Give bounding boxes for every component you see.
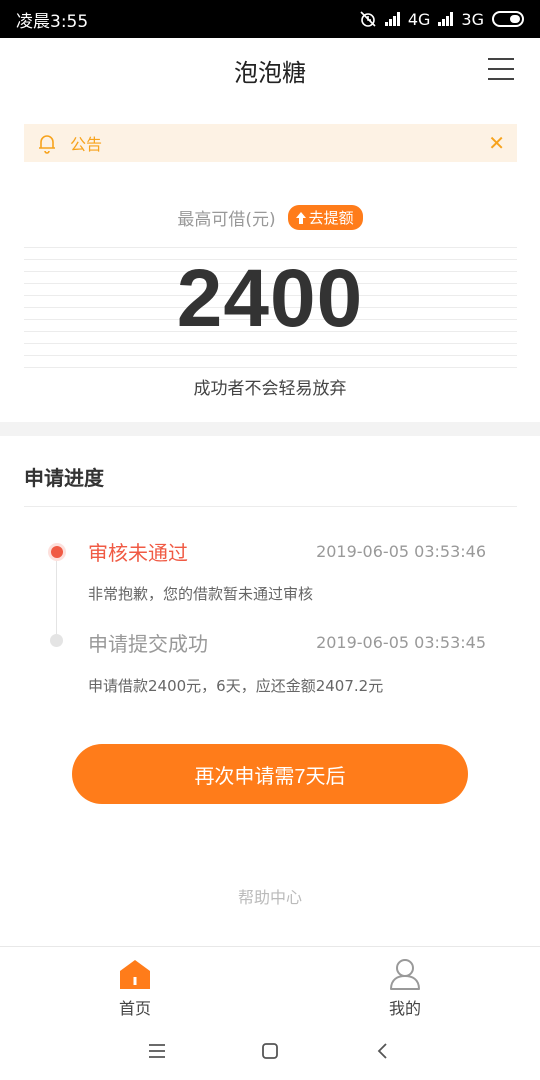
battery-icon	[492, 11, 524, 27]
help-center-link[interactable]: 帮助中心	[0, 884, 540, 908]
alarm-off-icon	[360, 11, 376, 27]
timeline-dot	[50, 634, 63, 647]
menu-icon[interactable]	[488, 58, 514, 80]
status-time: 凌晨3:55	[16, 11, 89, 32]
recents-icon[interactable]	[145, 1039, 169, 1063]
step-desc-rejected: 非常抱歉，您的借款暂未通过审核	[88, 585, 314, 603]
tab-profile-label: 我的	[388, 999, 421, 1018]
network-label-1: 4G	[407, 9, 431, 29]
timeline-dot-active	[48, 543, 66, 561]
network-label-2: 3G	[461, 9, 484, 29]
tab-profile[interactable]: 我的	[270, 947, 540, 1022]
limit-label: 最高可借(元)	[177, 210, 276, 230]
home-button-icon[interactable]	[258, 1039, 282, 1063]
signal-icon	[384, 12, 400, 26]
progress-title: 申请进度	[24, 466, 104, 490]
slogan: 成功者不会轻易放弃	[193, 379, 347, 399]
reapply-button[interactable]: 再次申请需7天后	[72, 744, 468, 804]
timeline-line	[56, 554, 57, 638]
raise-limit-button[interactable]: 去提额	[287, 205, 363, 230]
status-icons: 4G 3G	[359, 10, 524, 29]
profile-icon	[390, 959, 420, 990]
signal-icon-2	[438, 12, 454, 26]
back-icon[interactable]	[371, 1039, 395, 1063]
tab-bar: 首页 我的	[0, 946, 540, 1022]
status-bar: 凌晨3:55 4G 3G	[0, 0, 540, 38]
tab-home-label: 首页	[118, 999, 151, 1018]
close-icon[interactable]: ✕	[488, 131, 505, 155]
notice-label: 公告	[70, 135, 103, 154]
system-nav-bar	[0, 1022, 540, 1080]
page-title: 泡泡糖	[234, 58, 306, 87]
step-time-rejected: 2019-06-05 03:53:46	[316, 542, 486, 561]
application-progress: 申请进度 审核未通过 2019-06-05 03:53:46 非常抱歉，您的借款…	[0, 436, 540, 946]
credit-amount: 2400	[176, 253, 364, 344]
divider	[24, 506, 517, 507]
arrow-up-icon	[295, 211, 306, 224]
step-time-submitted: 2019-06-05 03:53:45	[316, 633, 486, 652]
limit-row: 最高可借(元) 去提额	[0, 205, 540, 230]
bell-icon	[39, 135, 55, 154]
app-bar: 泡泡糖	[0, 38, 540, 102]
step-desc-submitted: 申请借款2400元，6天，应还金额2407.2元	[88, 677, 384, 695]
notice-bar[interactable]: 公告 ✕	[24, 124, 517, 162]
tab-home[interactable]: 首页	[0, 947, 270, 1022]
step-title-submitted: 申请提交成功	[88, 632, 208, 656]
home-icon	[120, 960, 150, 989]
step-title-rejected: 审核未通过	[88, 541, 188, 565]
raise-limit-label: 去提额	[308, 209, 354, 227]
credit-card: 公告 ✕ 最高可借(元) 去提额 2400 成功者不会轻易放弃	[0, 102, 540, 422]
